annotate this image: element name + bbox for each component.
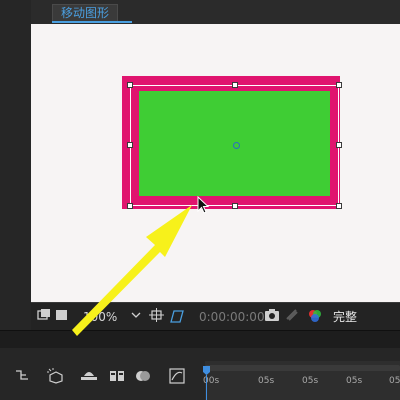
transform-handle[interactable]: [336, 142, 342, 148]
current-time-display[interactable]: 0:00:00:00: [199, 308, 265, 326]
anchor-point-icon[interactable]: [233, 142, 240, 149]
motion-blur-icon[interactable]: [134, 368, 152, 384]
ruler-label: 05s: [258, 376, 275, 386]
left-panel: [0, 0, 32, 330]
graph-editor-icon[interactable]: [168, 368, 186, 384]
transform-handle[interactable]: [336, 82, 342, 88]
panel-divider: [0, 330, 400, 349]
draft-3d-icon[interactable]: [47, 368, 65, 384]
channel-icon[interactable]: [307, 308, 323, 326]
shy-layers-icon[interactable]: [80, 368, 98, 384]
resolution-dropdown[interactable]: 完整: [333, 308, 357, 326]
frame-blending-icon[interactable]: [108, 368, 126, 384]
transform-handle[interactable]: [127, 203, 133, 209]
zoom-dropdown[interactable]: 100%: [83, 308, 117, 326]
parent-link-icon[interactable]: [13, 368, 31, 384]
composition-viewer[interactable]: [31, 24, 400, 302]
transform-handle[interactable]: [127, 142, 133, 148]
transparency-grid-icon[interactable]: [169, 308, 185, 326]
transform-handle[interactable]: [232, 203, 238, 209]
ruler-label: 05s: [346, 376, 363, 386]
active-tab-indicator: [52, 21, 132, 23]
viewer-toolbar: 100% 0:00:00:00 完整: [31, 302, 400, 331]
ruler-label: 05s: [302, 376, 319, 386]
region-of-interest-icon[interactable]: [149, 308, 165, 326]
work-area-bar[interactable]: [205, 365, 400, 371]
snapshot-icon[interactable]: [264, 308, 280, 326]
always-preview-icon[interactable]: [37, 308, 51, 326]
mouse-pointer-icon: [197, 196, 210, 214]
mask-view-icon[interactable]: [55, 308, 69, 326]
transform-handle[interactable]: [232, 82, 238, 88]
chevron-down-icon[interactable]: [131, 308, 141, 326]
transform-handle[interactable]: [336, 203, 342, 209]
transform-handle[interactable]: [127, 82, 133, 88]
ruler-label: 05: [389, 376, 400, 386]
composition-tab[interactable]: 移动图形: [52, 4, 119, 21]
show-snapshot-icon[interactable]: [285, 308, 299, 326]
playhead-icon[interactable]: [203, 366, 210, 400]
